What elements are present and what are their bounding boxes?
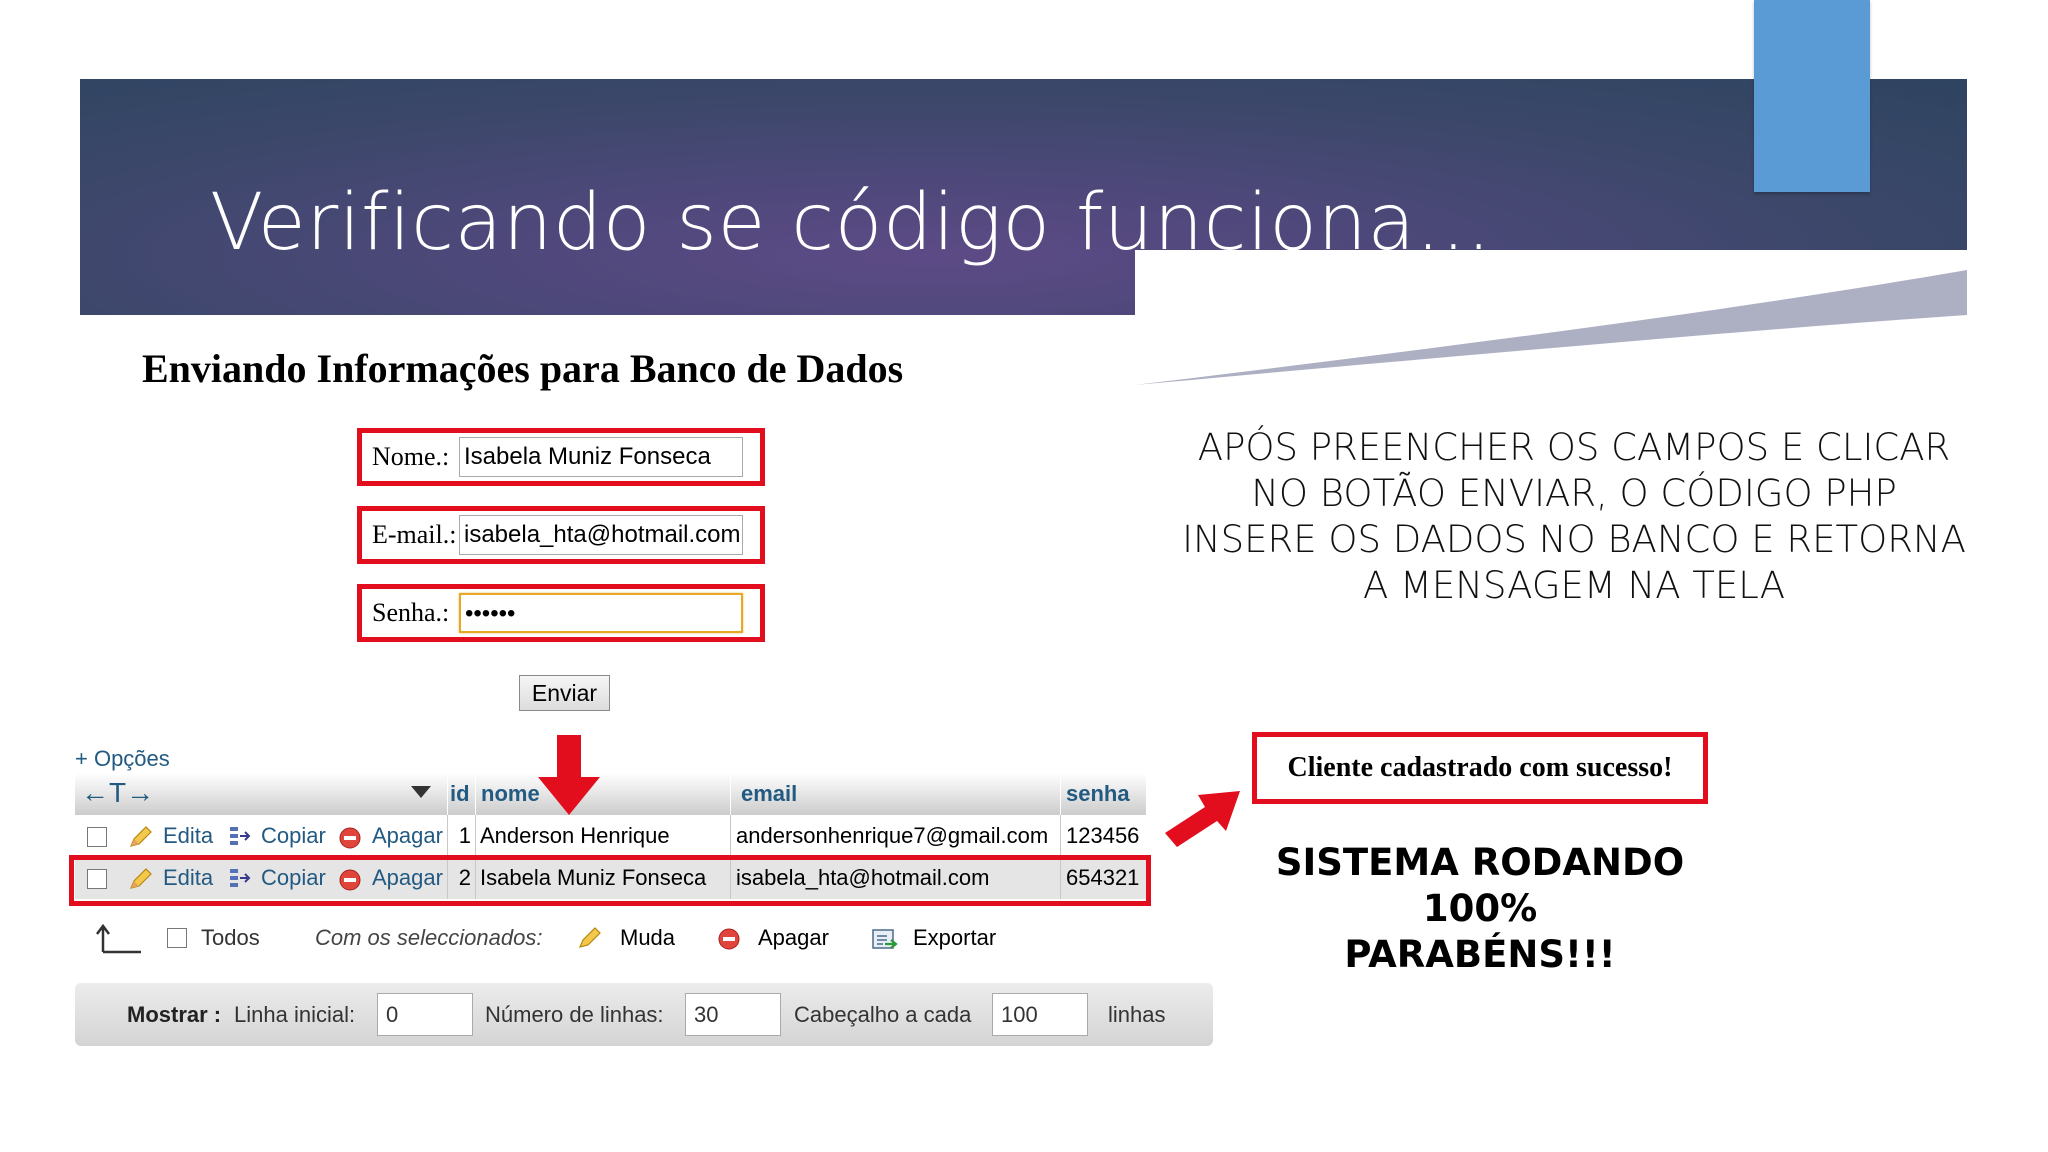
- arrow-up-left-icon: [96, 923, 141, 954]
- delete-selected-button[interactable]: Apagar: [758, 920, 829, 956]
- pointer-arrow-icon: [1165, 791, 1240, 847]
- start-row-label: Linha inicial:: [234, 1002, 356, 1027]
- instructions-line: APÓS PREENCHER OS CAMPOS E CLICAR: [1197, 426, 1951, 469]
- instructions-line: NO BOTÃO ENVIAR, O CÓDIGO PHP: [1251, 472, 1897, 515]
- rows-suffix-label: linhas: [1108, 1002, 1166, 1027]
- name-field-row: Nome.: Isabela Muniz Fonseca: [357, 428, 765, 486]
- form-heading: Enviando Informações para Banco de Dados: [142, 346, 904, 391]
- start-row-input[interactable]: 0: [377, 993, 473, 1036]
- cell-id: 1: [458, 823, 471, 848]
- instructions-line: INSERE OS DADOS NO BANCO E RETORNA: [1182, 518, 1966, 561]
- instructions-line: A MENSAGEM NA TELA: [1362, 564, 1786, 607]
- delete-icon: [339, 827, 361, 849]
- submit-button[interactable]: Enviar: [519, 675, 610, 711]
- edit-link[interactable]: Edita: [163, 815, 213, 857]
- email-label: E-mail.:: [372, 520, 457, 549]
- cell-nome: Anderson Henrique: [480, 823, 670, 848]
- accent-rectangle: [1754, 0, 1870, 192]
- password-input[interactable]: ••••••: [459, 593, 743, 633]
- new-row-highlight: [69, 855, 1151, 906]
- header-every-input[interactable]: 100: [992, 993, 1088, 1036]
- export-selected-button[interactable]: Exportar: [913, 920, 996, 956]
- delete-link[interactable]: Apagar: [372, 815, 443, 857]
- pencil-icon: [578, 927, 601, 948]
- down-arrow-icon: [538, 735, 600, 815]
- num-rows-input[interactable]: 30: [685, 993, 781, 1036]
- delete-icon: [718, 928, 740, 950]
- copy-link[interactable]: Copiar: [261, 815, 326, 857]
- table-row: Edita Copiar Apagar 1 Anderson Henrique …: [75, 815, 1146, 857]
- check-all-label[interactable]: Todos: [201, 920, 260, 956]
- column-header-senha[interactable]: senha: [1060, 773, 1146, 815]
- copy-icon: [230, 827, 251, 845]
- check-all-checkbox[interactable]: [167, 928, 187, 948]
- table-header: ←T→ id nome email senha: [75, 773, 1146, 815]
- change-selected-button[interactable]: Muda: [620, 920, 675, 956]
- bulk-actions-bar: Todos Com os seleccionados: Muda Apagar …: [75, 920, 1075, 956]
- pagination-bar: Mostrar : Linha inicial: 0 Número de lin…: [75, 983, 1213, 1046]
- with-selected-label: Com os seleccionados:: [315, 925, 543, 950]
- slide-title: Verificando se código funciona...: [210, 178, 1492, 268]
- name-label: Nome.:: [372, 442, 450, 471]
- success-message: Cliente cadastrado com sucesso!: [1252, 732, 1708, 804]
- email-input[interactable]: isabela_hta@hotmail.com: [459, 515, 743, 555]
- congrats-line: SISTEMA RODANDO 100%: [1275, 841, 1685, 930]
- export-icon: [872, 929, 898, 949]
- email-field-row: E-mail.: isabela_hta@hotmail.com: [357, 506, 765, 564]
- show-label: Mostrar :: [127, 1002, 222, 1027]
- congrats-line: PARABÉNS!!!: [1344, 933, 1616, 976]
- column-arrows-icon[interactable]: ←T→: [81, 777, 154, 809]
- instructions-text: APÓS PREENCHER OS CAMPOS E CLICAR NO BOT…: [1170, 425, 1978, 609]
- congrats-text: SISTEMA RODANDO 100% PARABÉNS!!!: [1230, 840, 1730, 978]
- num-rows-label: Número de linhas:: [485, 1002, 664, 1027]
- sort-triangle-icon[interactable]: [411, 786, 431, 798]
- cell-senha: 123456: [1066, 823, 1140, 848]
- column-header-id[interactable]: id: [447, 773, 471, 815]
- banner-swoosh: [1135, 250, 1967, 385]
- options-link[interactable]: + Opções: [75, 746, 170, 772]
- pencil-icon: [129, 826, 152, 847]
- password-field-row: Senha.: ••••••: [357, 584, 765, 642]
- name-input[interactable]: Isabela Muniz Fonseca: [459, 437, 743, 477]
- header-every-label: Cabeçalho a cada: [794, 1002, 972, 1027]
- password-label: Senha.:: [372, 598, 450, 627]
- cell-email: andersonhenrique7@gmail.com: [736, 823, 1049, 848]
- row-checkbox[interactable]: [87, 827, 107, 847]
